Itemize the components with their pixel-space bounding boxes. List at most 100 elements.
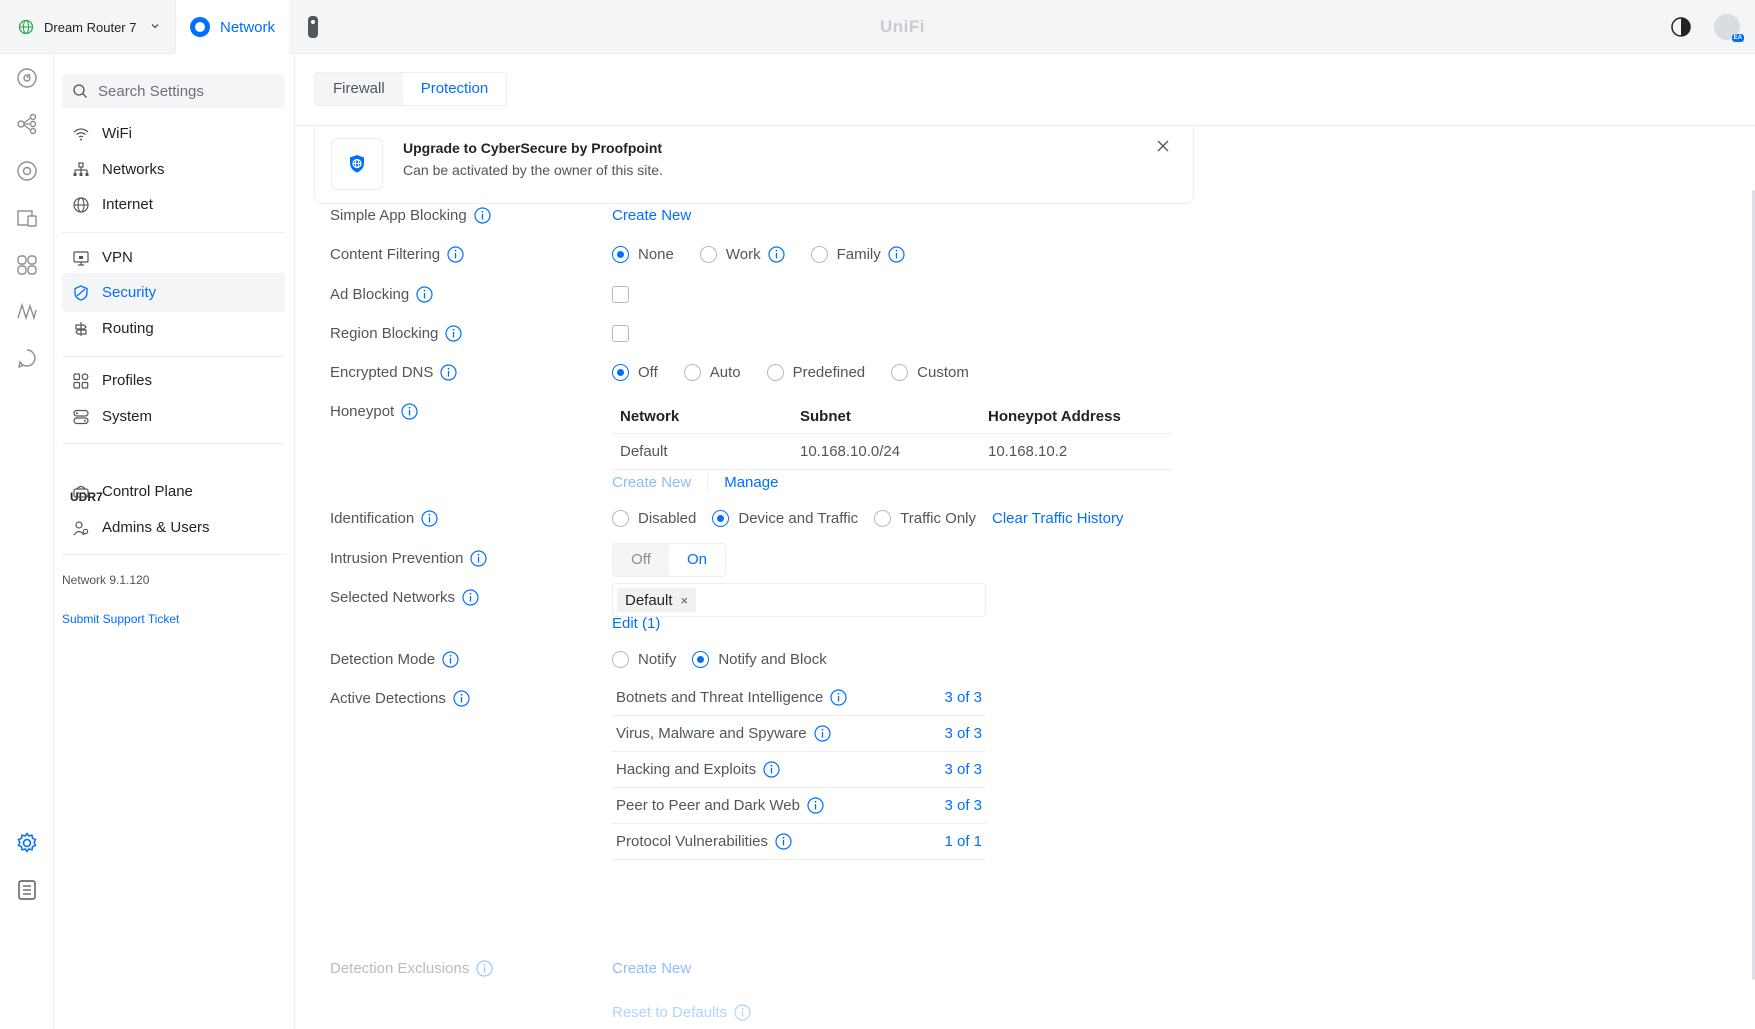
sidebar-item-networks[interactable]: Networks [62, 150, 285, 189]
info-icon[interactable] [401, 403, 418, 420]
radio-button[interactable] [683, 364, 701, 381]
honeypot-create-new-link[interactable]: Create New [612, 474, 691, 491]
radio-button[interactable] [891, 364, 909, 381]
info-icon[interactable] [763, 761, 780, 778]
sidebar-item-profiles[interactable]: Profiles [62, 361, 285, 400]
radio-button[interactable] [766, 364, 784, 381]
encrypted-dns-custom-radio[interactable]: Custom [891, 364, 969, 381]
info-icon[interactable] [767, 246, 785, 263]
tab-firewall[interactable]: Firewall [315, 73, 403, 105]
list-item: Hacking and Exploits 3 of 3 [612, 752, 986, 788]
radio-button[interactable] [612, 651, 629, 668]
info-icon[interactable] [416, 286, 433, 303]
honeypot-manage-link[interactable]: Manage [724, 474, 778, 491]
info-icon[interactable] [453, 690, 470, 707]
sidebar-item-system[interactable]: System [62, 397, 285, 436]
active-detections-label: Active Detections [330, 690, 470, 707]
search-box[interactable] [62, 74, 285, 108]
detection-count-link[interactable]: 3 of 3 [944, 797, 982, 814]
submit-support-ticket-link[interactable]: Submit Support Ticket [62, 612, 179, 626]
detection-count-link[interactable]: 3 of 3 [944, 689, 982, 706]
clear-traffic-history-link[interactable]: Clear Traffic History [992, 510, 1123, 527]
sidebar-item-control-plane[interactable]: Control Plane [62, 472, 285, 511]
identification-disabled-radio[interactable]: Disabled [612, 510, 696, 527]
logs-icon[interactable] [15, 878, 39, 902]
dashboard-icon[interactable] [15, 66, 39, 90]
insights-icon[interactable] [15, 253, 39, 277]
encrypted-dns-auto-radio[interactable]: Auto [683, 364, 741, 381]
radio-button[interactable] [699, 246, 717, 263]
info-icon[interactable] [442, 651, 459, 668]
theme-toggle-icon[interactable] [1670, 16, 1692, 38]
detection-count-link[interactable]: 1 of 1 [944, 833, 982, 850]
selected-networks-input[interactable]: Default × [612, 583, 986, 617]
devices-icon[interactable] [15, 159, 39, 183]
close-icon[interactable] [1155, 138, 1171, 154]
alarms-icon[interactable] [15, 347, 39, 371]
banner-subtitle: Can be activated by the owner of this si… [403, 162, 663, 178]
network-app-tab[interactable]: Network [176, 0, 289, 54]
traffic-icon[interactable] [15, 300, 39, 324]
detection-mode-notify-radio[interactable]: Notify [612, 651, 676, 668]
info-icon[interactable] [775, 833, 792, 850]
table-row[interactable]: Default 10.168.10.0/24 10.168.10.2 [612, 434, 1172, 470]
info-icon[interactable] [440, 364, 457, 381]
radio-button[interactable] [692, 651, 710, 668]
info-icon[interactable] [445, 325, 463, 342]
content-filtering-family-radio[interactable]: Family [810, 246, 905, 263]
tab-protection[interactable]: Protection [402, 73, 507, 105]
encrypted-dns-off-radio[interactable]: Off [612, 364, 658, 381]
radio-button[interactable] [612, 246, 629, 263]
identification-device-traffic-radio[interactable]: Device and Traffic [712, 510, 858, 527]
simple-app-blocking-create-new-link[interactable]: Create New [612, 207, 691, 224]
info-icon[interactable] [421, 510, 438, 527]
info-icon[interactable] [814, 725, 831, 742]
info-icon[interactable] [807, 797, 824, 814]
sidebar-item-wifi[interactable]: WiFi [62, 114, 285, 153]
avatar[interactable]: EA [1714, 14, 1744, 42]
radio-button[interactable] [874, 510, 892, 527]
info-icon[interactable] [734, 1004, 751, 1021]
detection-exclusions-create-new-link[interactable]: Create New [612, 960, 691, 977]
device-icon[interactable] [306, 15, 320, 39]
radio-button[interactable] [810, 246, 828, 263]
edit-networks-link[interactable]: Edit (1) [612, 615, 660, 632]
info-icon[interactable] [888, 246, 905, 263]
region-blocking-checkbox[interactable] [612, 325, 629, 342]
column-header-subnet: Subnet [800, 408, 851, 425]
sidebar-item-internet[interactable]: Internet [62, 185, 285, 224]
radio-button[interactable] [612, 364, 629, 381]
sidebar-item-routing[interactable]: Routing [62, 309, 285, 348]
reset-to-defaults-link[interactable]: Reset to Defaults [612, 1004, 727, 1021]
sidebar-item-admins-users[interactable]: Admins & Users [62, 508, 285, 547]
sidebar-item-security[interactable]: Security [62, 273, 285, 312]
radio-button[interactable] [712, 510, 730, 527]
info-icon[interactable] [470, 550, 488, 567]
chip-remove-icon[interactable]: × [681, 593, 689, 608]
content-filtering-none-radio[interactable]: None [612, 246, 674, 263]
info-icon[interactable] [830, 689, 847, 706]
detection-mode-notify-block-radio[interactable]: Notify and Block [692, 651, 827, 668]
detection-count-link[interactable]: 3 of 3 [944, 725, 982, 742]
info-icon[interactable] [447, 246, 464, 263]
settings-gear-icon[interactable] [15, 831, 39, 855]
intrusion-prevention-off[interactable]: Off [613, 544, 669, 576]
clients-icon[interactable] [15, 206, 39, 230]
list-item: Protocol Vulnerabilities 1 of 1 [612, 824, 986, 860]
identification-traffic-only-radio[interactable]: Traffic Only [874, 510, 976, 527]
encrypted-dns-predefined-radio[interactable]: Predefined [766, 364, 865, 381]
site-selector[interactable]: Dream Router 7 [0, 0, 176, 54]
content-filtering-work-radio[interactable]: Work [699, 246, 785, 263]
sidebar-item-label: Security [102, 284, 157, 301]
info-icon[interactable] [462, 589, 479, 606]
search-input[interactable] [98, 82, 278, 100]
banner-title: Upgrade to CyberSecure by Proofpoint [403, 140, 663, 156]
intrusion-prevention-on[interactable]: On [669, 544, 725, 576]
topology-icon[interactable] [15, 112, 39, 136]
detection-count-link[interactable]: 3 of 3 [944, 761, 982, 778]
ad-blocking-checkbox[interactable] [612, 286, 629, 303]
sidebar-item-vpn[interactable]: VPN [62, 238, 285, 277]
info-icon[interactable] [474, 207, 491, 224]
radio-button[interactable] [612, 510, 629, 527]
info-icon[interactable] [476, 960, 493, 977]
